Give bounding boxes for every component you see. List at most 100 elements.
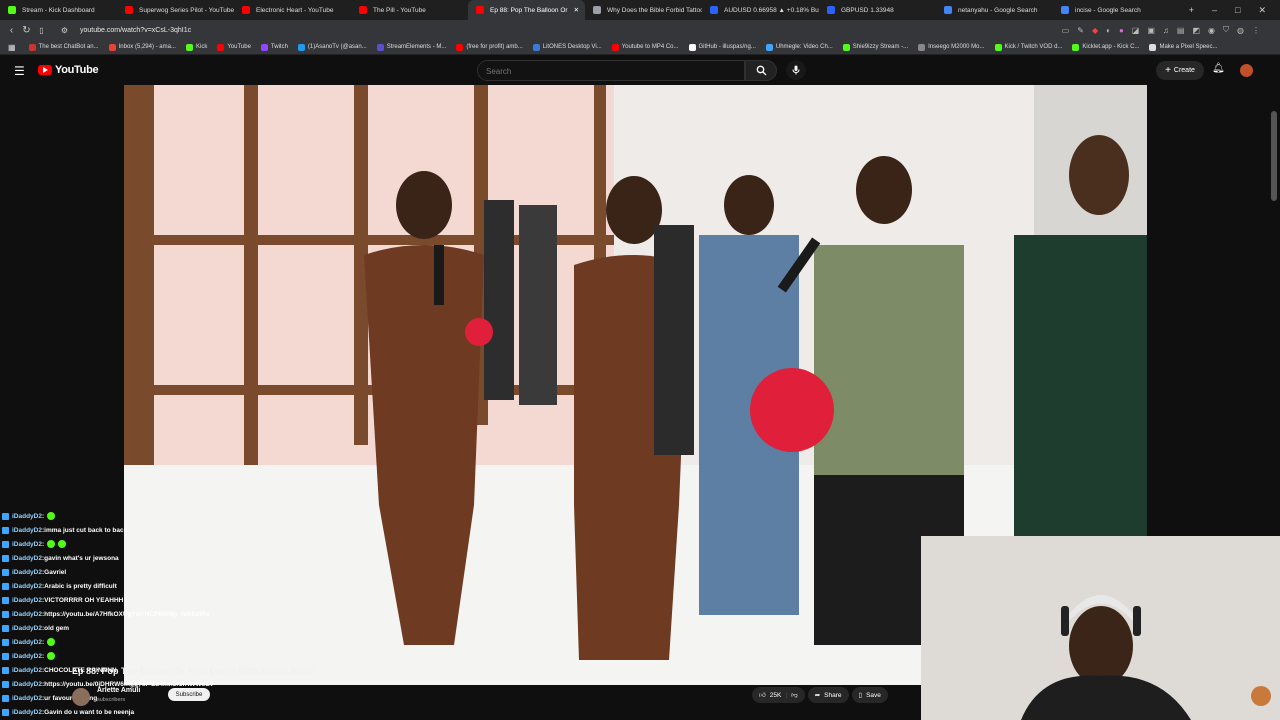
notifications-bell-icon[interactable]: 🔔︎ xyxy=(1212,63,1225,74)
extension-icon[interactable]: ◆ xyxy=(1092,26,1098,35)
browser-tab[interactable]: AUDUSD 0.66958 ▲ +0.18% Buy xyxy=(702,0,819,20)
tradingview-icon xyxy=(827,6,835,14)
hamburger-menu-icon[interactable]: ☰ xyxy=(14,64,25,78)
bookmark-favicon-icon xyxy=(688,43,696,51)
extension-icon[interactable]: ◐ xyxy=(1106,26,1111,35)
platform-badge-icon xyxy=(2,624,9,632)
bookmark-favicon-icon xyxy=(28,43,36,51)
search-box xyxy=(477,60,745,82)
chat-username: iDaddyD2 xyxy=(12,624,42,632)
minimize-icon[interactable]: – xyxy=(1212,5,1217,15)
video-actions: 👍︎ 25K | 👎︎ ➦ Share ▯ Save xyxy=(752,687,888,703)
chat-message: iDaddyD2 : VICTORRRR OH YEAHHH xyxy=(2,593,123,607)
new-tab-button[interactable]: + xyxy=(1189,5,1194,15)
youtube-icon xyxy=(476,6,484,14)
webcam-feed xyxy=(921,536,1280,720)
page-scrollbar[interactable] xyxy=(1271,111,1277,201)
browser-tab[interactable]: Why Does the Bible Forbid Tattoo xyxy=(585,0,702,20)
extension-icon[interactable]: ▤ xyxy=(1177,26,1185,35)
kick-icon xyxy=(8,6,16,14)
bookmark-label: Inbox (5,294) - ama... xyxy=(118,44,176,50)
share-button[interactable]: ➦ Share xyxy=(807,687,849,703)
browser-tab[interactable]: incise - Google Search xyxy=(1053,0,1170,20)
bookmark-item[interactable]: (free for profit) amb... xyxy=(451,43,527,51)
browser-tab[interactable]: Superwog Series Pilot - YouTube xyxy=(117,0,234,20)
bookmark-label: YouTube xyxy=(227,44,251,50)
search-input[interactable] xyxy=(478,61,728,82)
chat-message: iDaddyD2 : gavin what's ur jewsona xyxy=(2,551,119,565)
profile-icon[interactable]: ◍ xyxy=(1237,26,1244,35)
cast-icon[interactable]: ▭ xyxy=(1062,26,1070,35)
extension-icon[interactable]: ◪ xyxy=(1132,26,1140,35)
site-info-icon[interactable]: ⚙ xyxy=(57,26,72,35)
close-tab-icon[interactable]: ✕ xyxy=(574,6,579,14)
bookmark-item[interactable]: Inbox (5,294) - ama... xyxy=(104,43,181,51)
extension-icon[interactable]: ⛉ xyxy=(1223,25,1229,35)
chat-message: iDaddyD2 : Arabic is pretty difficult xyxy=(2,579,117,593)
browser-tab[interactable]: Stream - Kick Dashboard xyxy=(0,0,117,20)
like-button[interactable]: 👍︎ 25K xyxy=(759,691,781,700)
bookmark-item[interactable]: Twitch xyxy=(256,43,293,51)
chat-message: iDaddyD2 : xyxy=(2,509,56,523)
edit-icon[interactable]: ✎ xyxy=(1077,26,1084,35)
address-bar[interactable]: youtube.com/watch?v=xCsL-3qhI1c xyxy=(80,27,191,34)
channel-name[interactable]: Arlette Amuli xyxy=(97,687,140,694)
bookmark-item[interactable]: Uhmegle: Video Ch... xyxy=(761,43,838,51)
close-window-icon[interactable]: ✕ xyxy=(1258,5,1266,16)
bookmark-item[interactable]: Kick xyxy=(181,43,212,51)
youtube-icon xyxy=(242,6,250,14)
emote-icon xyxy=(47,512,56,520)
search-button[interactable] xyxy=(745,60,777,81)
bookmark-item[interactable]: Youtube to MP4 Co... xyxy=(607,43,684,51)
bookmark-item[interactable]: (1)AsanoTv (@asan... xyxy=(293,43,372,51)
subscribe-button[interactable]: Subscribe xyxy=(168,688,210,701)
chat-username: iDaddyD2 xyxy=(12,610,42,618)
maximize-icon[interactable]: □ xyxy=(1235,5,1240,15)
account-avatar[interactable] xyxy=(1240,64,1253,77)
bookmark-item[interactable]: GitHub - illuspas/ng... xyxy=(684,43,761,51)
bookmark-item[interactable]: Shie9izzy Stream -... xyxy=(838,43,913,51)
bookmark-label: (free for profit) amb... xyxy=(466,44,523,50)
youtube-logo[interactable]: YouTube xyxy=(38,64,99,76)
browser-tab[interactable]: GBPUSD 1.33948 xyxy=(819,0,936,20)
share-icon: ➦ xyxy=(814,692,821,699)
bookmark-favicon-icon xyxy=(918,43,926,51)
reload-icon[interactable]: ↻ xyxy=(19,25,34,36)
bookmark-label: Kicklet.app - Kick C... xyxy=(1082,44,1140,50)
extension-icon[interactable]: ◩ xyxy=(1192,26,1200,35)
back-icon[interactable]: ‹ xyxy=(4,25,19,36)
channel-avatar[interactable] xyxy=(72,688,90,706)
browser-tab[interactable]: The Pill - YouTube xyxy=(351,0,468,20)
chat-username: iDaddyD2 xyxy=(12,652,42,660)
voice-search-button[interactable] xyxy=(786,60,806,80)
tradingview-icon xyxy=(710,6,718,14)
bookmark-item[interactable]: Make a Pixel Speec... xyxy=(1144,43,1222,51)
thumbs-down-icon[interactable]: 👎︎ xyxy=(791,691,798,699)
extension-icon[interactable]: ♫ xyxy=(1163,26,1169,35)
save-button[interactable]: ▯ Save xyxy=(851,687,888,703)
create-button[interactable]: + Create xyxy=(1156,61,1204,80)
google-icon xyxy=(944,6,952,14)
apps-grid-icon[interactable]: ▦ xyxy=(0,43,24,52)
extension-icon[interactable]: ● xyxy=(1119,26,1124,35)
tab-label: Electronic Heart - YouTube xyxy=(256,6,334,14)
extension-icon[interactable]: ▣ xyxy=(1147,26,1155,35)
browser-tab[interactable]: netanyahu - Google Search xyxy=(936,0,1053,20)
bookmark-item[interactable]: Inseego M2000 Mo... xyxy=(913,43,989,51)
platform-badge-icon xyxy=(2,708,9,716)
bookmark-item[interactable]: StreamElements - M... xyxy=(372,43,452,51)
bookmark-label: Shie9izzy Stream -... xyxy=(852,44,909,50)
tab-label: The Pill - YouTube xyxy=(373,6,426,14)
bookmark-item[interactable]: The best ChatBot an... xyxy=(24,43,104,51)
extension-icon[interactable]: ◉ xyxy=(1208,26,1215,35)
bookmark-item[interactable]: LitONES Desktop Vi... xyxy=(528,43,607,51)
browser-tab[interactable]: Ep 88: Pop The Balloon Or ✕ xyxy=(468,0,585,20)
menu-icon[interactable]: ⋮ xyxy=(1252,26,1260,35)
extensions-area: ▭ ✎ ◆ ◐ ● ◪ ▣ ♫ ▤ ◩ ◉ ⛉ ◍ ⋮ xyxy=(1062,20,1260,40)
webcam-overlay xyxy=(921,536,1280,720)
bookmark-icon[interactable]: ▯ xyxy=(34,26,49,35)
browser-tab[interactable]: Electronic Heart - YouTube xyxy=(234,0,351,20)
bookmark-item[interactable]: Kick / Twitch VOD d... xyxy=(990,43,1068,51)
bookmark-item[interactable]: Kicklet.app - Kick C... xyxy=(1067,43,1144,51)
bookmark-item[interactable]: YouTube xyxy=(212,43,256,51)
